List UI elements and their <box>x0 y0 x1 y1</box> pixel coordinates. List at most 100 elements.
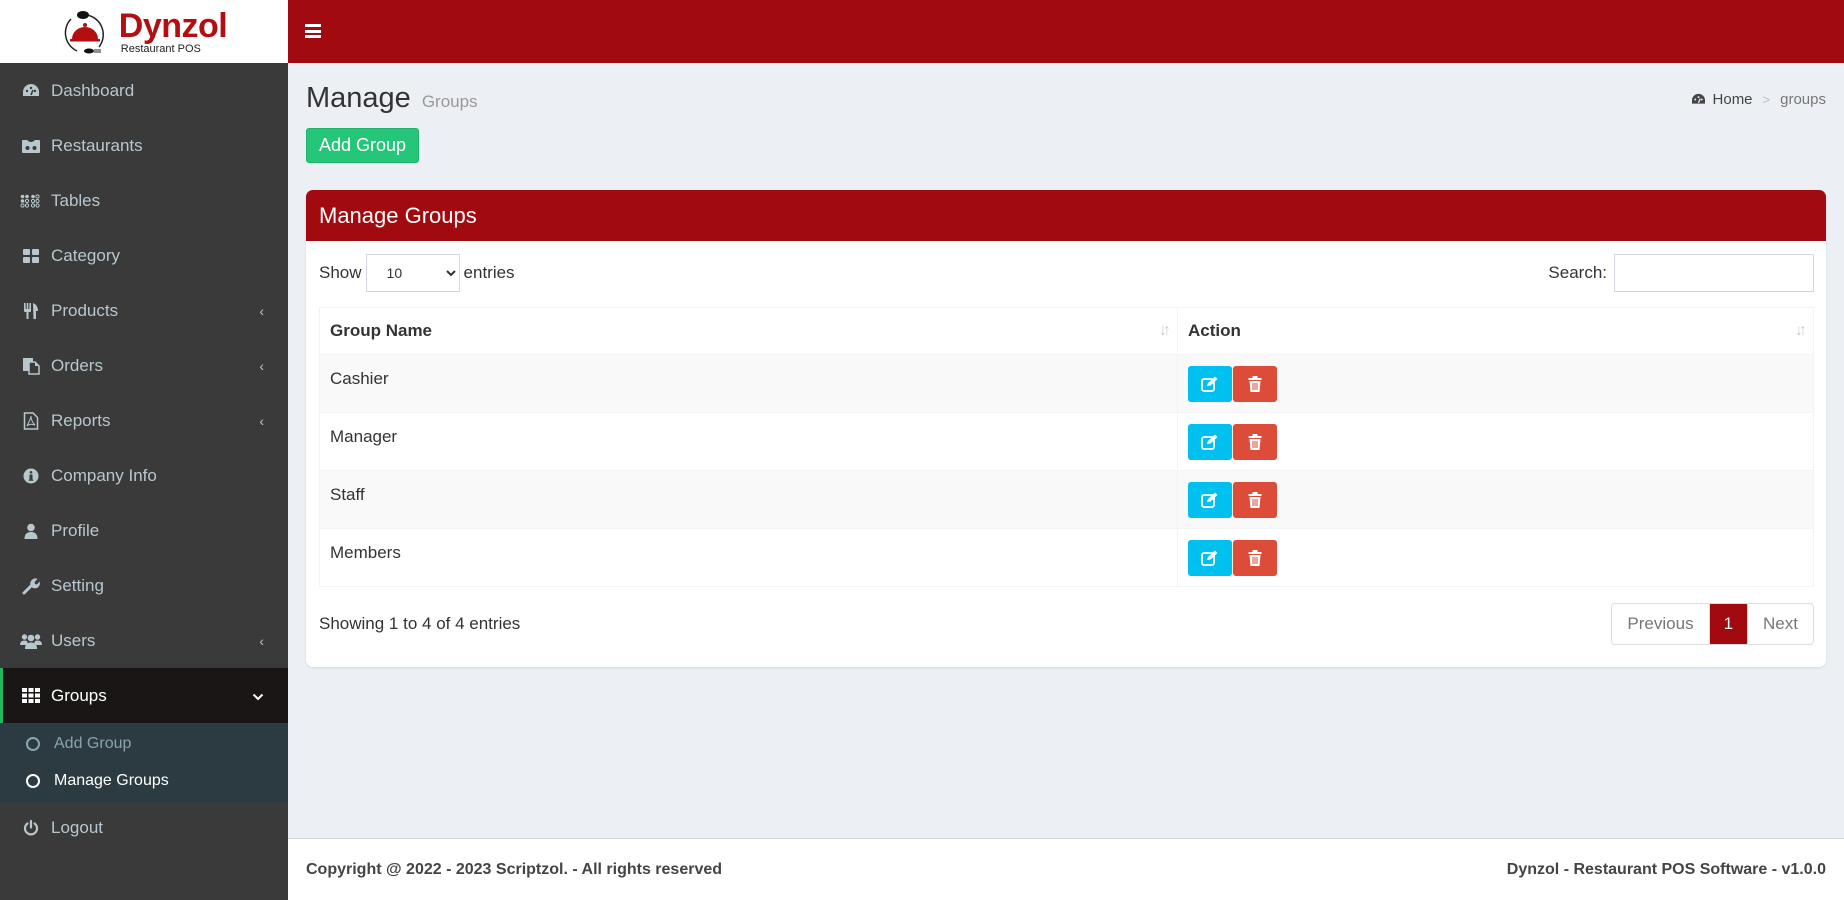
sidebar-item-category[interactable]: Category <box>0 228 288 283</box>
footer: Copyright @ 2022 - 2023 Scriptzol. - All… <box>288 838 1844 900</box>
chevron-down-icon <box>252 688 264 704</box>
breadcrumb-current: groups <box>1780 91 1826 108</box>
submenu-item-add-group[interactable]: Add Group <box>0 725 288 762</box>
group-name-cell: Manager <box>319 412 1178 471</box>
edit-button[interactable] <box>1188 424 1232 460</box>
circle-icon <box>26 773 40 788</box>
group-name-cell: Members <box>319 528 1178 587</box>
page-title: Manage <box>306 82 411 114</box>
sidebar-toggle-icon[interactable] <box>305 24 321 38</box>
sort-icon[interactable]: ↓↑ <box>1795 322 1807 340</box>
table-row: Cashier <box>319 354 1814 413</box>
sort-icon[interactable]: ↓↑ <box>1159 322 1171 340</box>
sidebar-item-label: Reports <box>51 410 111 430</box>
sidebar-item-orders[interactable]: Orders ‹ <box>0 338 288 393</box>
sidebar-item-dashboard[interactable]: Dashboard <box>0 63 288 118</box>
table-row: Staff <box>319 470 1814 529</box>
pdf-icon <box>20 411 42 430</box>
pagination-previous[interactable]: Previous <box>1612 604 1708 644</box>
column-header-action[interactable]: Action ↓↑ <box>1177 307 1814 355</box>
sidebar-item-reports[interactable]: Reports ‹ <box>0 393 288 448</box>
sidebar-nav-bottom: Logout <box>0 803 288 853</box>
entries-label: entries <box>463 263 515 282</box>
entries-per-page-select[interactable]: 10 <box>365 254 460 292</box>
footer-version: Dynzol - Restaurant POS Software - v1.0.… <box>1506 860 1826 878</box>
sidebar-item-users[interactable]: Users ‹ <box>0 613 288 668</box>
edit-icon <box>1201 376 1218 392</box>
sidebar-item-products[interactable]: Products ‹ <box>0 283 288 338</box>
sidebar-item-label: Logout <box>51 818 103 837</box>
main-content: Manage Groups Home > groups Add Group Ma… <box>288 63 1844 838</box>
trash-icon <box>1248 550 1262 566</box>
action-cell <box>1177 470 1814 529</box>
sidebar-item-label: Profile <box>51 520 100 540</box>
submenu-item-manage-groups[interactable]: Manage Groups <box>0 762 288 799</box>
edit-button[interactable] <box>1188 482 1232 518</box>
power-icon <box>20 819 42 837</box>
delete-button[interactable] <box>1233 366 1277 402</box>
sidebar-item-logout[interactable]: Logout <box>0 803 288 853</box>
trash-icon <box>1248 492 1262 508</box>
cloche-icon <box>61 7 115 57</box>
trash-icon <box>1248 434 1262 450</box>
table-header-row: Group Name ↓↑ Action ↓↑ <box>319 307 1814 355</box>
edit-button[interactable] <box>1188 540 1232 576</box>
sidebar-item-setting[interactable]: Setting <box>0 558 288 613</box>
pagination-next[interactable]: Next <box>1747 604 1813 644</box>
submenu-item-label: Add Group <box>54 734 132 752</box>
sidebar-item-label: Company Info <box>51 465 157 485</box>
edit-icon <box>1201 550 1218 566</box>
sidebar-item-tables[interactable]: Tables <box>0 173 288 228</box>
group-name-cell: Cashier <box>319 354 1178 413</box>
info-icon <box>20 467 42 485</box>
user-icon <box>20 522 42 540</box>
restaurant-icon <box>20 137 42 155</box>
box-title: Manage Groups <box>306 190 1826 241</box>
groups-submenu: Add Group Manage Groups <box>0 723 288 803</box>
entries-length: Show 10 entries <box>319 254 515 292</box>
action-cell <box>1177 412 1814 471</box>
column-header-group-name[interactable]: Group Name ↓↑ <box>319 307 1178 355</box>
edit-icon <box>1201 492 1218 508</box>
search-filter: Search: <box>1548 254 1814 292</box>
sidebar-nav: Dashboard Restaurants Tables Category Pr… <box>0 63 288 723</box>
sidebar-item-label: Products <box>51 300 119 320</box>
delete-button[interactable] <box>1233 424 1277 460</box>
action-cell <box>1177 528 1814 587</box>
dashboard-icon <box>1691 93 1705 104</box>
page-header: Manage Groups <box>306 82 1826 115</box>
chevron-left-icon: ‹ <box>259 412 264 429</box>
add-group-button[interactable]: Add Group <box>306 128 420 163</box>
sidebar-item-label: Restaurants <box>51 135 143 155</box>
dashboard-icon <box>20 82 42 100</box>
trash-icon <box>1248 376 1262 392</box>
category-icon <box>20 247 42 265</box>
sidebar-item-label: Setting <box>51 575 104 595</box>
breadcrumb: Home > groups <box>1691 91 1826 108</box>
sidebar-item-groups[interactable]: Groups <box>0 668 288 723</box>
footer-copyright: Copyright @ 2022 - 2023 Scriptzol. - All… <box>306 860 723 878</box>
sidebar-item-label: Groups <box>51 685 107 705</box>
logo[interactable]: Dynzol Restaurant POS <box>0 0 288 63</box>
sidebar-item-label: Category <box>51 245 120 265</box>
edit-icon <box>1201 434 1218 450</box>
search-input[interactable] <box>1614 254 1814 292</box>
breadcrumb-home[interactable]: Home <box>1691 91 1753 108</box>
table-row: Members <box>319 528 1814 587</box>
breadcrumb-home-label: Home <box>1712 91 1753 108</box>
chevron-left-icon: ‹ <box>259 357 264 374</box>
delete-button[interactable] <box>1233 482 1277 518</box>
delete-button[interactable] <box>1233 540 1277 576</box>
users-icon <box>20 632 42 650</box>
pagination-page[interactable]: 1 <box>1708 604 1748 644</box>
sidebar-item-label: Tables <box>51 190 101 210</box>
sidebar-item-restaurants[interactable]: Restaurants <box>0 118 288 173</box>
breadcrumb-separator: > <box>1762 92 1771 107</box>
sidebar-item-label: Dashboard <box>51 80 135 100</box>
sidebar-item-profile[interactable]: Profile <box>0 503 288 558</box>
sidebar-item-company-info[interactable]: Company Info <box>0 448 288 503</box>
edit-button[interactable] <box>1188 366 1232 402</box>
submenu-item-label: Manage Groups <box>54 771 169 789</box>
group-name-cell: Staff <box>319 470 1178 529</box>
column-header-label: Action <box>1188 321 1241 340</box>
